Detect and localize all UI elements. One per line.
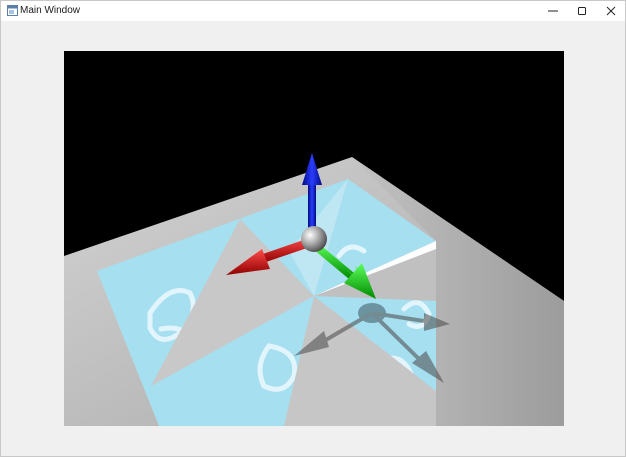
maximize-icon: [578, 7, 586, 15]
close-button[interactable]: [596, 1, 626, 21]
title-bar[interactable]: Main Window: [1, 1, 625, 21]
minimize-icon: [548, 10, 558, 12]
3d-viewport[interactable]: [64, 51, 564, 426]
scene-canvas[interactable]: [64, 51, 564, 426]
maximize-button[interactable]: [567, 1, 597, 21]
window-title: Main Window: [20, 5, 81, 16]
app-window-icon: [7, 5, 18, 16]
gizmo-center-sphere[interactable]: [301, 226, 327, 252]
main-window: Main Window: [0, 0, 626, 457]
minimize-button[interactable]: [538, 1, 568, 21]
close-icon: [606, 6, 616, 16]
